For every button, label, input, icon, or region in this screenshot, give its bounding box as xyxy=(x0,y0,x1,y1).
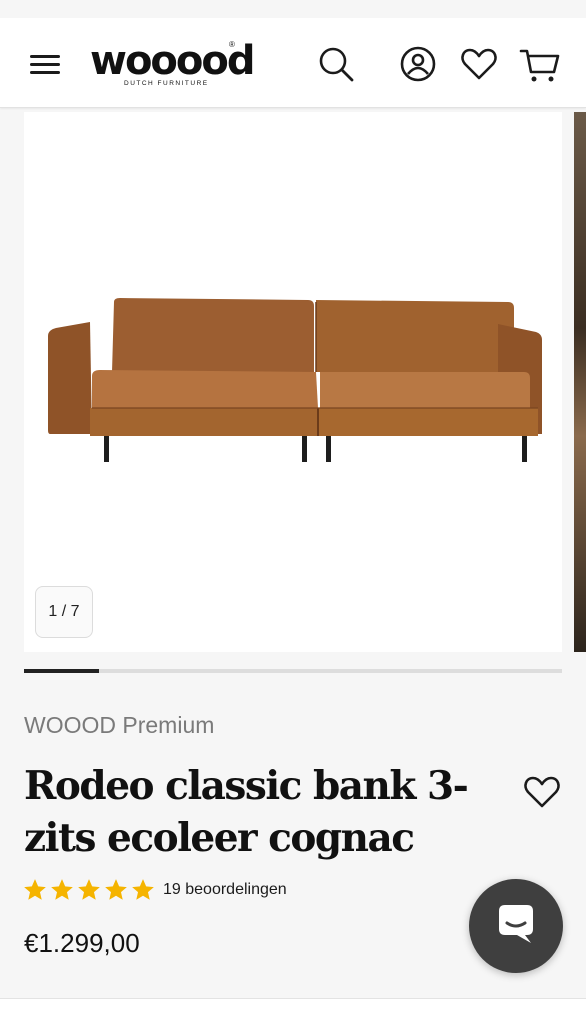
product-image-gallery[interactable]: 1 / 7 xyxy=(24,112,562,652)
gallery-progress-fill xyxy=(24,669,100,673)
image-counter: 1 / 7 xyxy=(35,586,93,638)
star-icon xyxy=(24,879,46,900)
favorite-heart-icon[interactable] xyxy=(520,770,564,814)
menu-icon[interactable] xyxy=(27,48,63,78)
bottom-bar xyxy=(0,998,586,1024)
sofa-product-image xyxy=(48,298,542,462)
cart-icon[interactable] xyxy=(518,42,562,86)
product-brand[interactable]: WOOOD Premium xyxy=(24,712,214,739)
next-image-peek[interactable] xyxy=(574,112,586,652)
star-icon xyxy=(132,879,154,900)
search-icon[interactable] xyxy=(314,42,358,86)
chat-button[interactable] xyxy=(469,879,563,973)
woood-logo[interactable]: wooood ® DUTCH FURNITURE xyxy=(90,40,256,88)
product-price: €1.299,00 xyxy=(24,928,140,958)
logo-subtitle: DUTCH FURNITURE xyxy=(124,80,209,87)
chat-bubble-icon xyxy=(499,905,533,943)
logo-registered-mark: ® xyxy=(229,40,235,49)
star-icon xyxy=(78,879,100,900)
product-page: wooood ® DUTCH FURNITURE 1 / 7 WOOOD Pre… xyxy=(0,0,586,1024)
wishlist-icon[interactable] xyxy=(457,42,501,86)
product-rating[interactable]: 19 beoordelingen xyxy=(22,876,287,904)
account-icon[interactable] xyxy=(396,42,440,86)
reviews-link[interactable]: 19 beoordelingen xyxy=(163,881,287,899)
rating-stars xyxy=(22,877,157,903)
status-strip xyxy=(0,0,586,18)
star-icon xyxy=(105,879,127,900)
gallery-progress-bar xyxy=(24,669,562,673)
product-title: Rodeo classic bank 3-zits ecoleer cognac xyxy=(24,763,469,861)
site-header: wooood ® DUTCH FURNITURE xyxy=(0,18,586,108)
star-icon xyxy=(51,879,73,900)
